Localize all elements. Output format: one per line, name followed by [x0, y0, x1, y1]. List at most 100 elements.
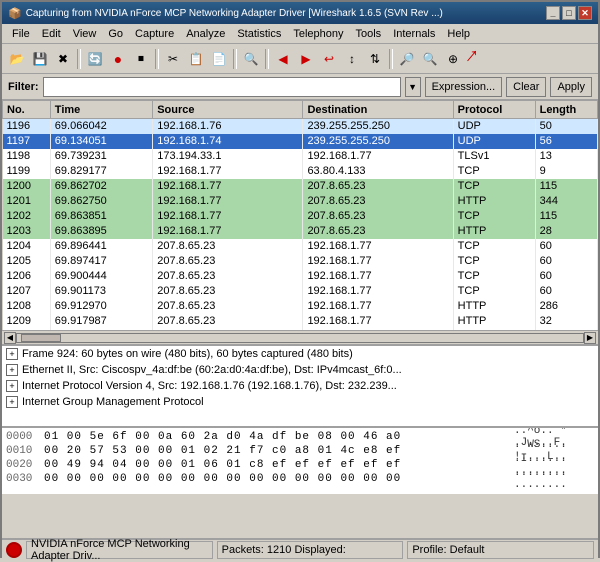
detail-text: Internet Group Management Protocol — [22, 396, 204, 408]
table-cell: 192.168.1.77 — [153, 224, 303, 239]
expand-icon[interactable]: + — [6, 364, 18, 376]
toolbar-back[interactable]: ✂ — [162, 48, 184, 70]
maximize-button[interactable]: □ — [562, 6, 576, 20]
scroll-left-button[interactable]: ◀ — [4, 332, 16, 344]
table-cell: HTTP — [453, 314, 535, 329]
table-cell: 1203 — [3, 224, 51, 239]
table-row[interactable]: 120169.862750192.168.1.77207.8.65.23HTTP… — [3, 194, 598, 209]
table-row[interactable]: 120469.896441207.8.65.23192.168.1.77TCP6… — [3, 239, 598, 254]
scroll-thumb[interactable] — [21, 334, 61, 342]
table-row[interactable]: 120269.863851192.168.1.77207.8.65.23TCP1… — [3, 209, 598, 224]
filter-input[interactable] — [43, 77, 401, 97]
table-cell: 207.8.65.23 — [303, 194, 453, 209]
close-button[interactable]: ✕ — [578, 6, 592, 20]
packet-list[interactable]: No. Time Source Destination Protocol Len… — [2, 100, 598, 330]
toolbar-zoom-in[interactable]: 🔎 — [396, 48, 418, 70]
hex-bytes: 00 20 57 53 00 00 01 02 21 f7 c0 a8 01 4… — [44, 445, 506, 457]
table-row[interactable]: 120369.863895192.168.1.77207.8.65.23HTTP… — [3, 224, 598, 239]
toolbar-sep-5 — [389, 49, 393, 69]
packet-detail: + Frame 924: 60 bytes on wire (480 bits),… — [2, 344, 598, 426]
menu-item-capture[interactable]: Capture — [129, 27, 180, 41]
apply-button[interactable]: Apply — [550, 77, 592, 97]
scroll-track[interactable] — [16, 333, 584, 343]
menu-item-file[interactable]: File — [6, 27, 36, 41]
col-no: No. — [3, 101, 51, 119]
table-cell: 192.168.1.77 — [303, 254, 453, 269]
toolbar-open[interactable]: 📂 — [6, 48, 28, 70]
menu-item-view[interactable]: View — [67, 27, 103, 41]
table-cell: 63.80.4.133 — [303, 164, 453, 179]
hex-row: 002000 49 94 04 00 00 01 06 01 c8 ef ef … — [6, 458, 594, 472]
table-cell: TCP — [453, 179, 535, 194]
toolbar-menu1[interactable]: ↕ — [341, 48, 363, 70]
table-row[interactable]: 119669.066042192.168.1.76239.255.255.250… — [3, 119, 598, 134]
detail-row[interactable]: + Frame 924: 60 bytes on wire (480 bits),… — [2, 346, 598, 362]
menu-item-statistics[interactable]: Statistics — [231, 27, 287, 41]
table-cell: TCP — [453, 239, 535, 254]
toolbar-paste[interactable]: 📄 — [208, 48, 230, 70]
toolbar-stop[interactable]: ⏹ — [130, 48, 152, 70]
toolbar-copy[interactable]: 📋 — [185, 48, 207, 70]
hscrollbar[interactable]: ◀ ▶ — [2, 330, 598, 344]
table-cell: 192.168.1.77 — [153, 329, 303, 331]
toolbar: 📂 💾 ✖ 🔄 ● ⏹ ✂ 📋 📄 🔍 ◀ ▶ ↩ ↕ ⇅ 🔎 🔍 ⊕ ↑ — [2, 44, 598, 74]
table-cell: 239.255.255.250 — [303, 134, 453, 149]
table-cell: 60 — [535, 284, 597, 299]
table-cell: 192.168.1.77 — [153, 194, 303, 209]
table-row[interactable]: 120969.917987207.8.65.23192.168.1.77HTTP… — [3, 314, 598, 329]
scroll-right-button[interactable]: ▶ — [584, 332, 596, 344]
table-row[interactable]: 120669.900444207.8.65.23192.168.1.77TCP6… — [3, 269, 598, 284]
table-row[interactable]: 120069.862702192.168.1.77207.8.65.23TCP1… — [3, 179, 598, 194]
table-row[interactable]: 119769.134051192.168.1.74239.255.255.250… — [3, 134, 598, 149]
table-cell: 1204 — [3, 239, 51, 254]
col-time: Time — [50, 101, 152, 119]
menu-item-telephony[interactable]: Telephony — [287, 27, 349, 41]
toolbar-search[interactable]: 🔍 — [240, 48, 262, 70]
table-cell: 69.912970 — [50, 299, 152, 314]
menu-item-help[interactable]: Help — [441, 27, 476, 41]
expression-button[interactable]: Expression... — [425, 77, 503, 97]
table-cell: 207.8.65.23 — [153, 314, 303, 329]
hex-row: 000001 00 5e 6f 00 0a 60 2a d0 4a df be … — [6, 430, 594, 444]
toolbar-close[interactable]: ✖ — [52, 48, 74, 70]
table-row[interactable]: 120769.901173207.8.65.23192.168.1.77TCP6… — [3, 284, 598, 299]
toolbar-next[interactable]: ▶ — [295, 48, 317, 70]
table-row[interactable]: 121069.940316192.168.1.77173.194.33.1TCP… — [3, 329, 598, 331]
title-bar-left: 📦 Capturing from NVIDIA nForce MCP Netwo… — [8, 7, 443, 20]
minimize-button[interactable]: _ — [546, 6, 560, 20]
filter-dropdown-button[interactable]: ▼ — [405, 77, 421, 97]
table-cell: 1200 — [3, 179, 51, 194]
table-cell: 50 — [535, 119, 597, 134]
toolbar-save[interactable]: 💾 — [29, 48, 51, 70]
table-cell: 60 — [535, 269, 597, 284]
menu-item-go[interactable]: Go — [102, 27, 129, 41]
table-cell: 1210 — [3, 329, 51, 331]
toolbar-capture[interactable]: ● — [107, 48, 129, 70]
hex-ascii: ........ ........ — [514, 467, 594, 491]
toolbar-prev[interactable]: ◀ — [272, 48, 294, 70]
menu-item-internals[interactable]: Internals — [387, 27, 441, 41]
expand-icon[interactable]: + — [6, 396, 18, 408]
detail-row[interactable]: +Ethernet II, Src: Ciscospv_4a:df:be (60… — [2, 362, 598, 378]
table-row[interactable]: 119969.829177192.168.1.7763.80.4.133TCP9 — [3, 164, 598, 179]
toolbar-jump[interactable]: ↩ — [318, 48, 340, 70]
hex-row: 001000 20 57 53 00 00 01 02 21 f7 c0 a8 … — [6, 444, 594, 458]
menu-item-tools[interactable]: Tools — [350, 27, 388, 41]
expand-icon[interactable]: + — [6, 380, 18, 392]
menu-item-analyze[interactable]: Analyze — [180, 27, 231, 41]
detail-row[interactable]: + Internet Group Management Protocol — [2, 394, 598, 410]
table-row[interactable]: 119869.739231173.194.33.1192.168.1.77TLS… — [3, 149, 598, 164]
table-cell: 192.168.1.77 — [153, 164, 303, 179]
table-row[interactable]: 120869.912970207.8.65.23192.168.1.77HTTP… — [3, 299, 598, 314]
toolbar-menu2[interactable]: ⇅ — [364, 48, 386, 70]
clear-button[interactable]: Clear — [506, 77, 546, 97]
detail-row[interactable]: +Internet Protocol Version 4, Src: 192.1… — [2, 378, 598, 394]
toolbar-zoom-out[interactable]: 🔍 — [419, 48, 441, 70]
menu-item-edit[interactable]: Edit — [36, 27, 67, 41]
expand-icon[interactable]: + — [6, 348, 18, 360]
detail-text: Frame 924: 60 bytes on wire (480 bits), … — [22, 348, 353, 360]
table-row[interactable]: 120569.897417207.8.65.23192.168.1.77TCP6… — [3, 254, 598, 269]
toolbar-reload[interactable]: 🔄 — [84, 48, 106, 70]
table-cell: 192.168.1.77 — [303, 269, 453, 284]
app-icon: 📦 — [8, 7, 22, 20]
